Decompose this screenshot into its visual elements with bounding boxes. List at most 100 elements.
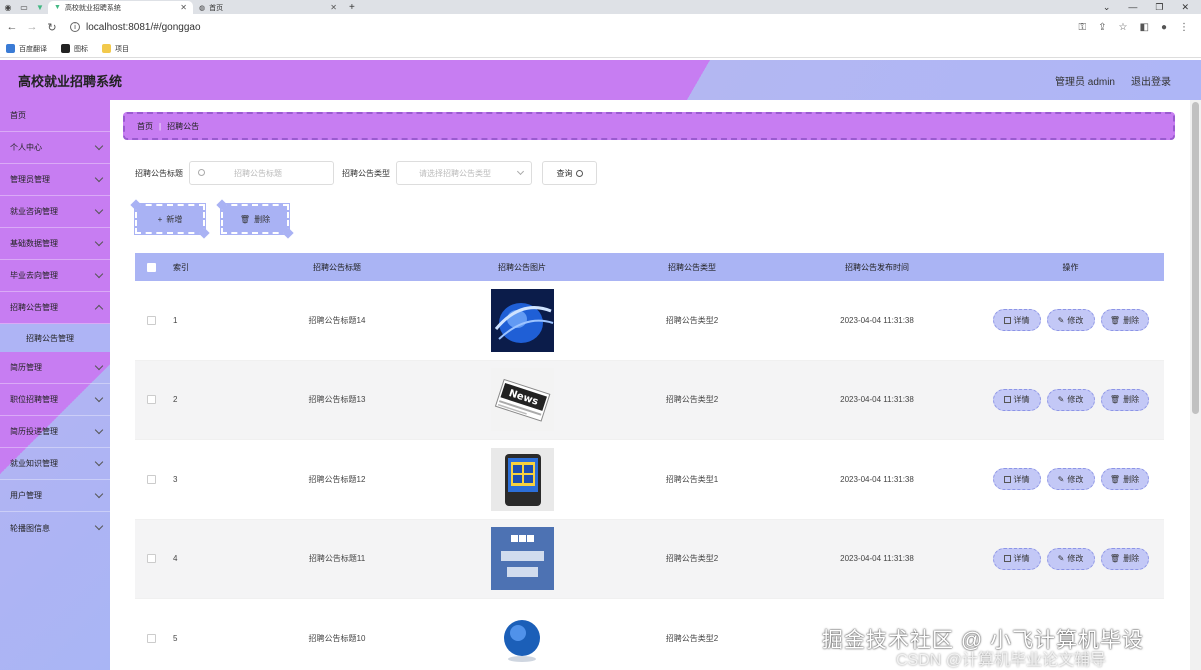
edit-button[interactable]: ✎ 修改 [1046,309,1095,332]
trash-icon: 🗑 [1109,395,1121,405]
sidebar-subitem-announcements[interactable]: 招聘公告管理 [0,324,110,352]
row-image-cell [437,447,607,511]
sidebar-item-destination[interactable]: 毕业去向管理 [0,260,110,292]
select-all-cell [135,262,167,272]
detail-button[interactable]: 详情 [992,468,1041,491]
new-tab-button[interactable]: + [343,1,361,14]
row-checkbox[interactable] [146,474,156,484]
back-icon[interactable]: ← [4,21,20,33]
sidebar-item-jobs[interactable]: 职位招聘管理 [0,384,110,416]
tab-active[interactable]: ▼ 高校就业招聘系统 ✕ [48,1,193,14]
close-icon[interactable]: ✕ [180,3,187,12]
sidebar-item-carousel[interactable]: 轮播图信息 [0,512,110,544]
profile-icon[interactable]: ● [1161,22,1167,33]
chrome-icon[interactable]: ◉ [2,1,14,13]
edit-button[interactable]: ✎ 修改 [1046,468,1095,491]
row-ops: 详情 ✎ 修改 🗑 删除 [977,309,1164,332]
sidebar-item-profile[interactable]: 个人中心 [0,132,110,164]
bookmark-item[interactable]: 项目 [102,44,129,54]
detail-label: 详情 [1013,315,1030,325]
delete-button[interactable]: 🗑 删除 [1100,388,1149,411]
row-title: 招聘公告标题14 [308,315,366,325]
batch-delete-button[interactable]: 🗑 删除 [220,203,290,235]
row-checkbox[interactable] [146,633,156,643]
forward-icon[interactable]: → [24,21,40,33]
sidebar-item-resumes[interactable]: 简历管理 [0,352,110,384]
browser-tabbar: ◉ ▭ ▼ ▼ 高校就业招聘系统 ✕ ◍ 首页 ✕ + ⌄ — ❐ ✕ [0,0,1201,14]
sidebar-item-basedata[interactable]: 基础数据管理 [0,228,110,260]
share-icon[interactable]: ⇪ [1098,22,1106,33]
chevron-down-icon[interactable]: ⌄ [1103,2,1111,13]
vue-tab-icon[interactable]: ▼ [34,1,46,13]
chevron-down-icon [94,173,104,183]
row-checkbox[interactable] [146,554,156,564]
scrollbar-thumb[interactable] [1192,102,1199,414]
sidebar-item-admins[interactable]: 管理员管理 [0,164,110,196]
row-checkbox[interactable] [146,315,156,325]
address-right-tools: ⚿ ⇪ ☆ ◧ ● ⋮ [1079,22,1201,33]
edit-button[interactable]: ✎ 修改 [1046,547,1095,570]
sidebar-item-knowledge[interactable]: 就业知识管理 [0,448,110,480]
document-icon [1003,555,1011,563]
detail-button[interactable]: 详情 [992,309,1041,332]
sidebar-item-users[interactable]: 用户管理 [0,480,110,512]
menu-icon[interactable]: ⋮ [1179,22,1189,33]
bookmark-label: 百度翻译 [19,45,47,53]
select-all-checkbox[interactable] [146,262,156,272]
bookmark-label: 图标 [74,45,88,53]
key-icon[interactable]: ⚿ [1079,22,1087,33]
add-button[interactable]: + 新增 [134,203,206,235]
url-input[interactable]: i localhost:8081/#/gonggao [70,18,1070,36]
delete-button[interactable]: 🗑 删除 [1100,468,1149,491]
minimize-icon[interactable]: — [1128,2,1137,12]
breadcrumb-current: 招聘公告 [167,121,200,131]
bookmark-item[interactable]: 百度翻译 [6,44,47,54]
close-icon[interactable]: ✕ [330,3,337,12]
earth-globe-graphic [490,606,554,670]
logout-link[interactable]: 退出登录 [1131,73,1171,88]
title-search-placeholder: 招聘公告标题 [234,168,282,178]
delete-button[interactable]: 🗑 删除 [1100,309,1149,332]
sidebar-item-announcements[interactable]: 招聘公告管理 [0,292,110,324]
tab-inactive[interactable]: ◍ 首页 ✕ [193,1,343,14]
sidebar-item-delivery[interactable]: 简历投递管理 [0,416,110,448]
title-search-input[interactable]: 招聘公告标题 [189,161,334,185]
sidebar-item-consult[interactable]: 就业咨询管理 [0,196,110,228]
sidebar-item-label: 简历投递管理 [10,427,58,436]
chevron-down-icon [516,167,525,176]
query-button[interactable]: 查询 [542,161,597,185]
detail-label: 详情 [1013,474,1030,484]
detail-button[interactable]: 详情 [992,547,1041,570]
bookmark-item[interactable]: 图标 [61,44,88,54]
chevron-down-icon [94,269,104,279]
chevron-down-icon [94,521,104,531]
delete-button[interactable]: 🗑 删除 [1100,547,1149,570]
sidebar-item-label: 招聘公告管理 [10,303,58,312]
page-scrollbar[interactable] [1190,100,1201,670]
bookmark-label: 项目 [115,45,129,53]
main-content: 首页 | 招聘公告 招聘公告标题 招聘公告标题 招聘公告类型 请选择招聘公告类型… [110,100,1190,670]
row-image-cell [437,527,607,591]
plus-icon: + [349,2,355,13]
sidebar-item-home[interactable]: 首页 [0,100,110,132]
pinned-tab-icon[interactable]: ▭ [18,1,30,13]
header-title: 招聘公告标题 [313,262,361,272]
breadcrumb-home[interactable]: 首页 [137,121,153,132]
type-select[interactable]: 请选择招聘公告类型 [396,161,532,185]
edit-button[interactable]: ✎ 修改 [1046,388,1095,411]
reload-icon[interactable]: ↻ [44,21,60,34]
restore-icon[interactable]: ❐ [1155,2,1163,13]
detail-button[interactable]: 详情 [992,388,1041,411]
edit-label: 修改 [1067,315,1084,325]
pencil-icon: ✎ [1057,315,1065,325]
info-icon[interactable]: i [70,22,80,32]
sidepanel-icon[interactable]: ◧ [1140,22,1149,33]
type-filter-label: 招聘公告类型 [342,168,390,178]
close-window-icon[interactable]: ✕ [1181,2,1189,13]
star-icon[interactable]: ☆ [1119,22,1128,33]
chevron-up-icon [94,304,104,314]
row-time: 2023-04-04 11:31:38 [840,554,914,564]
row-checkbox[interactable] [146,395,156,405]
row-ops: 详情 ✎ 修改 🗑 删除 [977,468,1164,491]
sidebar-item-label: 职位招聘管理 [10,395,58,404]
